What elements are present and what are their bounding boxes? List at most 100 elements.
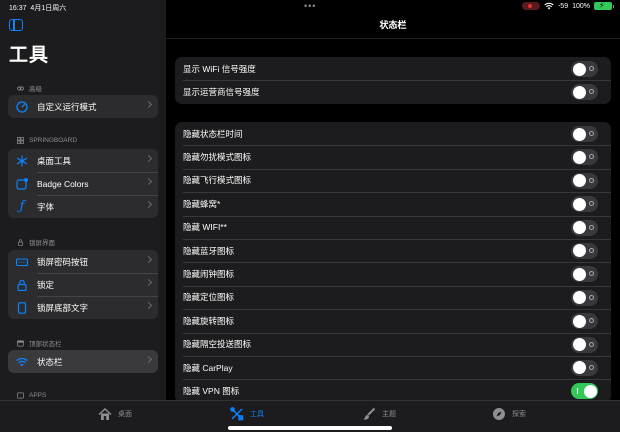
section-header-springboard: SPRINGBOARD xyxy=(17,137,77,144)
link-icon xyxy=(17,86,24,90)
toggle-switch[interactable] xyxy=(571,149,598,166)
tab-tools[interactable]: 工具 xyxy=(230,407,264,421)
setting-row: 隐藏 VPN 图标 xyxy=(175,379,611,400)
chevron-right-icon xyxy=(144,177,153,186)
section-header-label: SPRINGBOARD xyxy=(29,137,78,144)
setting-label: 隐藏 WIFI** xyxy=(183,222,227,233)
setting-row: 隐藏 WIFI** xyxy=(175,215,611,239)
status-right-cluster: -59 100% ⚡ xyxy=(521,1,614,10)
setting-label: 隐藏定位图标 xyxy=(183,292,235,303)
sidebar: 工具 高级 自定义运行模式 SPRINGBOARD 桌面工具 Badge Col… xyxy=(0,0,166,400)
tab-desktop[interactable]: 桌面 xyxy=(98,407,132,421)
status-time-date: 16:37 4月1日周六 xyxy=(9,3,66,13)
toggle-knob xyxy=(572,338,586,352)
sidebar-item-label: 桌面工具 xyxy=(37,155,72,166)
tab-explore[interactable]: 探索 xyxy=(492,407,526,421)
sidebar-item-font[interactable]: ƒ 字体 xyxy=(8,195,158,218)
toggle-switch[interactable] xyxy=(571,242,598,259)
chevron-right-icon xyxy=(144,255,153,264)
chevron-right-icon xyxy=(144,100,153,109)
gauge-icon xyxy=(16,100,28,113)
setting-row: 隐藏状态栏时间 xyxy=(175,122,611,145)
sidebar-item-desktop-tools[interactable]: 桌面工具 xyxy=(8,149,158,172)
setting-label: 隐藏状态栏时间 xyxy=(183,128,243,139)
chevron-right-icon xyxy=(144,200,153,209)
toggle-off-mark-icon xyxy=(589,341,594,347)
section-header-label: APPS xyxy=(29,392,47,399)
toggle-knob xyxy=(572,150,586,164)
setting-label: 显示 WiFi 信号强度 xyxy=(183,63,256,74)
compass-icon xyxy=(492,407,506,421)
setting-label: 隐藏旋转图标 xyxy=(183,315,235,326)
toggle-switch[interactable] xyxy=(571,313,598,330)
tab-label: 工具 xyxy=(250,411,264,418)
toggle-switch[interactable] xyxy=(571,126,598,142)
section-header-label: 顶部状态栏 xyxy=(29,341,62,348)
setting-label: 隐藏蜂窝* xyxy=(183,198,221,209)
section-header-label: 锁屏界面 xyxy=(29,240,55,247)
paintbrush-icon xyxy=(362,407,376,421)
sidebar-toggle-icon[interactable] xyxy=(9,19,23,31)
sidebar-item-lock-passcode-buttons[interactable]: 锁屏密码按钮 xyxy=(8,250,158,273)
snowflake-icon xyxy=(16,155,28,167)
sidebar-item-custom-run-mode[interactable]: 自定义运行模式 xyxy=(8,95,158,118)
recording-indicator-icon xyxy=(521,2,540,10)
sidebar-item-lock-footer-text[interactable]: 锁屏底部文字 xyxy=(8,296,158,319)
tab-bar: 桌面 工具 主题 探索 xyxy=(0,400,620,432)
toggle-switch[interactable] xyxy=(571,383,598,400)
group-advanced: 自定义运行模式 xyxy=(8,95,158,118)
sidebar-item-label: 自定义运行模式 xyxy=(37,101,97,112)
toggle-knob xyxy=(572,361,586,375)
nav-separator xyxy=(166,38,620,39)
multitasking-dots-icon[interactable]: ••• xyxy=(304,1,316,11)
toggle-knob xyxy=(572,85,586,99)
sidebar-title: 工具 xyxy=(9,45,50,66)
toggle-switch[interactable] xyxy=(571,196,598,213)
toggle-off-mark-icon xyxy=(589,177,594,183)
setting-row: 隐藏定位图标 xyxy=(175,285,611,309)
toggle-switch[interactable] xyxy=(571,266,598,283)
section-header-apps: APPS xyxy=(17,392,46,399)
toggle-switch[interactable] xyxy=(571,172,598,189)
toggle-off-mark-icon xyxy=(589,271,594,277)
sidebar-item-statusbar[interactable]: 状态栏 xyxy=(8,350,158,373)
toggle-switch[interactable] xyxy=(571,84,598,101)
group-statusbar: 状态栏 xyxy=(8,350,158,373)
toggle-off-mark-icon xyxy=(589,131,594,136)
toggle-knob xyxy=(572,221,586,235)
tab-label: 桌面 xyxy=(118,411,132,418)
section-header-lockscreen: 锁屏界面 xyxy=(17,237,55,247)
lock-icon xyxy=(16,279,28,291)
toggle-switch[interactable] xyxy=(571,359,598,376)
sidebar-item-label: 状态栏 xyxy=(37,356,63,367)
setting-row: 隐藏旋转图标 xyxy=(175,309,611,332)
sidebar-item-badge-colors[interactable]: Badge Colors xyxy=(8,172,158,195)
setting-label: 隐藏 VPN 图标 xyxy=(183,385,240,396)
tab-themes[interactable]: 主题 xyxy=(362,407,396,421)
sidebar-item-lock[interactable]: 锁定 xyxy=(8,273,158,296)
toggle-switch[interactable] xyxy=(571,219,598,236)
toggle-switch[interactable] xyxy=(571,336,598,353)
setting-label: 隐藏闹钟图标 xyxy=(183,269,235,280)
toggle-off-mark-icon xyxy=(589,294,594,300)
setting-row: 隐藏勿扰模式图标 xyxy=(175,145,611,168)
toggle-knob xyxy=(572,314,586,328)
status-time: 16:37 xyxy=(9,5,27,12)
section-header-label: 高级 xyxy=(29,86,42,93)
toggle-knob xyxy=(572,291,586,305)
toggle-knob xyxy=(572,62,586,76)
toggle-switch[interactable] xyxy=(571,289,598,306)
setting-row: 隐藏隔空投送图标 xyxy=(175,332,611,356)
app-badge-icon xyxy=(16,177,28,190)
sidebar-item-label: 锁定 xyxy=(37,279,55,290)
toggle-on-mark-icon xyxy=(577,388,578,395)
system-status-bar: 16:37 4月1日周六 ••• -59 100% ⚡ xyxy=(0,0,620,14)
signal-value: -59 xyxy=(557,2,569,10)
home-indicator[interactable] xyxy=(228,426,392,430)
setting-label: 隐藏飞行模式图标 xyxy=(183,175,252,186)
function-icon: ƒ xyxy=(19,199,25,214)
toggle-switch[interactable] xyxy=(571,61,598,77)
chevron-right-icon xyxy=(144,301,153,310)
section-header-statusbar: 顶部状态栏 xyxy=(17,338,62,348)
toggle-knob xyxy=(572,127,586,141)
